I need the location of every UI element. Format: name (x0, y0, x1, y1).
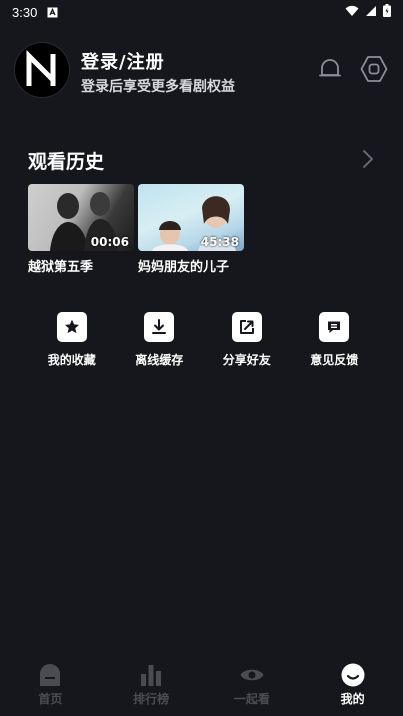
history-thumbnail[interactable]: 45:38 (138, 184, 244, 251)
app-logo-icon (26, 50, 56, 87)
watch-history-title: 观看历史 (28, 151, 105, 173)
history-thumbnail[interactable]: 00:06 (28, 184, 134, 251)
tab-watch-together[interactable]: 一起看 (202, 656, 303, 716)
wifi-icon (345, 5, 359, 21)
chevron-right-icon (363, 150, 373, 168)
history-item[interactable]: 45:38 妈妈朋友的儿子 (138, 184, 244, 275)
history-duration: 00:06 (90, 235, 129, 249)
tab-watch-together-label: 一起看 (233, 692, 270, 706)
settings-button[interactable] (359, 54, 389, 84)
watch-history-more-button[interactable] (358, 148, 378, 170)
offline-cache-label: 离线缓存 (135, 353, 184, 367)
history-title[interactable]: 越狱第五季 (28, 256, 134, 275)
profile-face-icon (341, 663, 365, 687)
bell-icon (319, 59, 341, 77)
app-notification-icon (47, 7, 58, 18)
eye-icon (240, 669, 264, 681)
tab-home[interactable]: 首页 (0, 656, 101, 716)
download-icon (144, 312, 175, 342)
feedback-label: 意见反馈 (310, 353, 359, 367)
quick-actions: 我的收藏 离线缓存 分享好友 意见反馈 (28, 312, 378, 368)
ranking-icon (141, 665, 162, 686)
share-icon (231, 312, 262, 342)
notification-bell-button[interactable] (315, 54, 345, 84)
tab-mine-label: 我的 (340, 692, 365, 706)
tab-mine[interactable]: 我的 (302, 656, 403, 716)
history-item[interactable]: 00:06 越狱第五季 (28, 184, 134, 275)
favorites-label: 我的收藏 (47, 353, 96, 367)
share-friends-button[interactable]: 分享好友 (203, 312, 291, 368)
feedback-button[interactable]: 意见反馈 (291, 312, 379, 368)
bottom-tab-bar: 首页 排行榜 一起看 我的 (0, 656, 403, 716)
star-icon (56, 312, 87, 342)
status-bar: 3:30 (0, 0, 403, 24)
tab-home-label: 首页 (38, 692, 63, 706)
feedback-icon (319, 312, 350, 342)
home-icon (40, 664, 61, 686)
status-time: 3:30 (12, 4, 38, 20)
tab-ranking-label: 排行榜 (133, 692, 170, 706)
history-title[interactable]: 妈妈朋友的儿子 (138, 256, 244, 275)
favorites-button[interactable]: 我的收藏 (28, 312, 116, 368)
share-friends-label: 分享好友 (222, 353, 271, 367)
tab-ranking[interactable]: 排行榜 (101, 656, 202, 716)
settings-hexagon-icon (360, 56, 388, 82)
login-benefits-text: 登录后享受更多看剧权益 (81, 79, 235, 95)
signal-icon (365, 5, 377, 21)
watch-history-list: 00:06 越狱第五季 45:38 妈妈朋友的儿子 (28, 184, 244, 275)
battery-icon (383, 4, 391, 21)
avatar[interactable] (14, 42, 70, 98)
offline-cache-button[interactable]: 离线缓存 (116, 312, 204, 368)
login-register-link[interactable]: 登录/注册 (81, 48, 165, 74)
profile-header: 登录/注册 登录后享受更多看剧权益 (14, 42, 394, 102)
history-duration: 45:38 (200, 235, 239, 249)
